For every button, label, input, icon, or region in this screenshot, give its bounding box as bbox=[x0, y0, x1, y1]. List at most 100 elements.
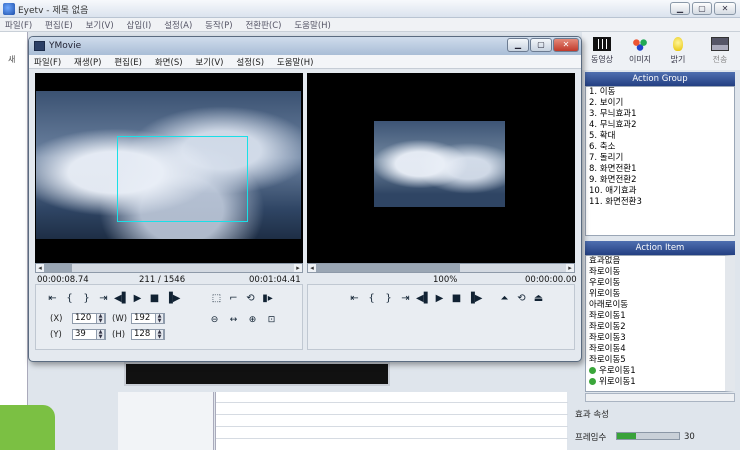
maximize-button[interactable]: ▢ bbox=[692, 2, 712, 15]
action-item-hscrollbar[interactable] bbox=[585, 393, 735, 402]
frame-count-slider[interactable] bbox=[616, 432, 680, 440]
ymovie-close-button[interactable]: ✕ bbox=[553, 38, 579, 52]
action-group-item[interactable]: 3. 무늬효과1 bbox=[586, 109, 734, 120]
bracket-close-icon[interactable]: } bbox=[80, 293, 93, 304]
action-item[interactable]: 우로이동1 bbox=[586, 366, 725, 377]
preview-transport-controls: ⇤ { } ⇥ ◀▌ ▶ ■ ▐▶ bbox=[348, 293, 482, 304]
ymovie-menu-screen[interactable]: 화면(S) bbox=[150, 55, 188, 69]
slider-right-arrow[interactable]: ▸ bbox=[566, 264, 574, 272]
step-back-icon[interactable]: ◀▌ bbox=[114, 293, 129, 304]
action-group-item[interactable]: 1. 이동 bbox=[586, 87, 734, 98]
action-group-item[interactable]: 5. 확대 bbox=[586, 131, 734, 142]
loop-icon[interactable]: ⟲ bbox=[244, 293, 257, 304]
upload-icon[interactable]: ⏶ bbox=[498, 293, 511, 304]
export-frame-icon[interactable]: ▮▸ bbox=[261, 293, 274, 304]
action-group-item[interactable]: 6. 축소 bbox=[586, 142, 734, 153]
action-item[interactable]: 위로이동 bbox=[586, 289, 725, 300]
menu-action[interactable]: 동작(P) bbox=[200, 18, 237, 32]
action-group-item[interactable]: 7. 돌리기 bbox=[586, 153, 734, 164]
preview-video-view[interactable] bbox=[307, 73, 575, 269]
step-forward-icon[interactable]: ▐▶ bbox=[165, 293, 180, 304]
menu-file[interactable]: 파일(F) bbox=[0, 18, 37, 32]
ymovie-menu-settings[interactable]: 설정(S) bbox=[231, 55, 269, 69]
ymovie-menu-help[interactable]: 도움말(H) bbox=[272, 55, 318, 69]
ymovie-menu-file[interactable]: 파일(F) bbox=[29, 55, 66, 69]
action-item[interactable]: 좌로이동2 bbox=[586, 322, 725, 333]
bracket-open-icon[interactable]: { bbox=[63, 293, 76, 304]
actual-size-icon[interactable]: ↔ bbox=[227, 315, 240, 325]
action-group-item[interactable]: 2. 보이기 bbox=[586, 98, 734, 109]
slider-left-arrow[interactable]: ◂ bbox=[308, 264, 316, 272]
mark-out-icon[interactable]: ⇥ bbox=[97, 293, 110, 304]
h-label: (H) bbox=[112, 330, 126, 340]
crop-icon[interactable]: ⌐ bbox=[227, 293, 240, 304]
selection-rectangle[interactable] bbox=[117, 136, 248, 222]
left-tab-new[interactable]: 새 bbox=[8, 54, 15, 65]
mark-out-icon[interactable]: ⇥ bbox=[399, 293, 412, 304]
play-icon[interactable]: ▶ bbox=[131, 293, 144, 304]
action-item[interactable]: 좌로이동1 bbox=[586, 311, 725, 322]
bracket-open-icon[interactable]: { bbox=[365, 293, 378, 304]
play-icon[interactable]: ▶ bbox=[433, 293, 446, 304]
ymovie-menu-edit[interactable]: 편집(E) bbox=[109, 55, 147, 69]
menu-insert[interactable]: 삽입(I) bbox=[122, 18, 157, 32]
slider-left-arrow[interactable]: ◂ bbox=[36, 264, 44, 272]
action-item[interactable]: 좌로이동4 bbox=[586, 344, 725, 355]
toolbar-video-button[interactable]: 동영상 bbox=[582, 34, 622, 68]
w-spinner[interactable]: ▲ ▼ bbox=[155, 313, 164, 324]
timeline-grid[interactable] bbox=[215, 392, 568, 450]
fit-screen-icon[interactable]: ⊡ bbox=[265, 315, 278, 325]
source-transport-controls: ⇤ { } ⇥ ◀▌ ▶ ■ ▐▶ bbox=[46, 293, 180, 304]
mark-in-icon[interactable]: ⇤ bbox=[46, 293, 59, 304]
menu-settings[interactable]: 설정(A) bbox=[159, 18, 197, 32]
close-button[interactable]: ✕ bbox=[714, 2, 736, 15]
action-group-item[interactable]: 11. 화면전환3 bbox=[586, 197, 734, 208]
menu-help[interactable]: 도움말(H) bbox=[289, 18, 335, 32]
action-item-list[interactable]: 효과없음 좌로이동 우로이동 위로이동 아래로이동 좌로이동1 좌로이동2 좌로… bbox=[585, 255, 735, 392]
x-label: (X) bbox=[50, 314, 63, 324]
toolbar-transfer-button[interactable]: 전송 bbox=[700, 34, 740, 68]
x-spinner[interactable]: ▲ ▼ bbox=[96, 313, 105, 324]
app-title: Eyetv - 제목 없음 bbox=[18, 6, 89, 16]
toolbar-image-button[interactable]: 이미지 bbox=[620, 34, 660, 68]
action-group-item[interactable]: 4. 무늬효과2 bbox=[586, 120, 734, 131]
mark-in-icon[interactable]: ⇤ bbox=[348, 293, 361, 304]
ymovie-menu-play[interactable]: 재생(P) bbox=[69, 55, 106, 69]
zoom-in-icon[interactable]: ⊕ bbox=[246, 315, 259, 325]
minimize-button[interactable]: ▁ bbox=[670, 2, 690, 15]
zoom-out-icon[interactable]: ⊖ bbox=[208, 315, 221, 325]
action-group-item[interactable]: 9. 화면전환2 bbox=[586, 175, 734, 186]
bracket-close-icon[interactable]: } bbox=[382, 293, 395, 304]
stop-icon[interactable]: ■ bbox=[148, 293, 161, 304]
action-item[interactable]: 효과없음 bbox=[586, 256, 725, 267]
action-group-list[interactable]: 1. 이동 2. 보이기 3. 무늬효과1 4. 무늬효과2 5. 확대 6. … bbox=[585, 86, 735, 236]
source-video-view[interactable] bbox=[35, 73, 303, 269]
action-item[interactable]: 좌로이동5 bbox=[586, 355, 725, 366]
toolbar-brightness-button[interactable]: 밝기 bbox=[658, 34, 698, 68]
eject-icon[interactable]: ⏏ bbox=[532, 293, 545, 304]
ymovie-minimize-button[interactable]: ▁ bbox=[507, 38, 529, 52]
action-item[interactable]: 좌로이동3 bbox=[586, 333, 725, 344]
y-spinner[interactable]: ▲ ▼ bbox=[96, 329, 105, 340]
select-area-icon[interactable]: ⬚ bbox=[210, 293, 223, 304]
stop-icon[interactable]: ■ bbox=[450, 293, 463, 304]
ymovie-maximize-button[interactable]: ▢ bbox=[530, 38, 552, 52]
action-group-item[interactable]: 10. 애기효과 bbox=[586, 186, 734, 197]
toolbar-image-label: 이미지 bbox=[628, 55, 652, 64]
ymovie-menu-view[interactable]: 보기(V) bbox=[190, 55, 228, 69]
step-forward-icon[interactable]: ▐▶ bbox=[467, 293, 482, 304]
action-group-item[interactable]: 8. 화면전환1 bbox=[586, 164, 734, 175]
action-item[interactable]: 아래로이동 bbox=[586, 300, 725, 311]
loop-icon[interactable]: ⟲ bbox=[515, 293, 528, 304]
h-spinner[interactable]: ▲ ▼ bbox=[155, 329, 164, 340]
menu-edit[interactable]: 편집(E) bbox=[40, 18, 78, 32]
source-position-slider[interactable]: ◂ ▸ bbox=[35, 263, 303, 273]
menu-view[interactable]: 보기(V) bbox=[81, 18, 119, 32]
menu-transition[interactable]: 전환판(C) bbox=[240, 18, 286, 32]
slider-right-arrow[interactable]: ▸ bbox=[294, 264, 302, 272]
action-item[interactable]: 위로이동1 bbox=[586, 377, 725, 388]
action-item[interactable]: 우로이동 bbox=[586, 278, 725, 289]
step-back-icon[interactable]: ◀▌ bbox=[416, 293, 431, 304]
preview-position-slider[interactable]: ◂ ▸ bbox=[307, 263, 575, 273]
action-item[interactable]: 좌로이동 bbox=[586, 267, 725, 278]
